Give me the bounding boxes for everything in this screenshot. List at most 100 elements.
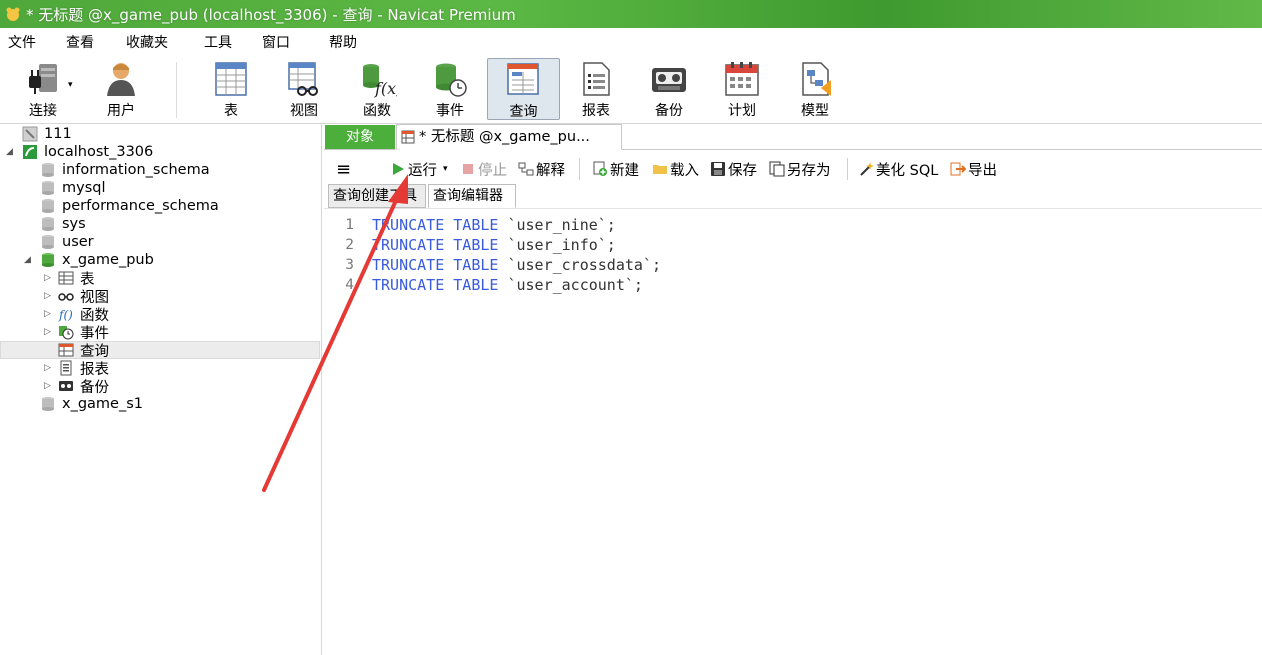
table-icon xyxy=(58,271,74,285)
query-button[interactable]: 查询 xyxy=(487,58,560,120)
collapsed-triangle-icon[interactable]: ▷ xyxy=(44,273,51,283)
tree-child-reports[interactable]: ▷ 报表 xyxy=(0,359,320,378)
tab-query-builder[interactable]: 查询创建工具 xyxy=(328,184,426,208)
event-button[interactable]: 事件 xyxy=(417,58,483,120)
explain-button[interactable]: 解释 xyxy=(518,158,565,180)
tree-db-x-game-pub[interactable]: ◢ x_game_pub xyxy=(0,251,320,269)
collapsed-triangle-icon[interactable]: ▷ xyxy=(44,309,51,319)
tab-query-label: * 无标题 @x_game_pu... xyxy=(419,129,590,145)
toolbar-separator xyxy=(579,158,580,180)
database-icon xyxy=(42,397,54,411)
sql-identifier: `user_nine`; xyxy=(498,216,616,234)
glasses-icon xyxy=(58,293,74,301)
database-icon xyxy=(42,235,54,249)
svg-text:f(): f() xyxy=(58,308,73,322)
tree-connection-111[interactable]: 111 xyxy=(0,125,320,143)
view-button[interactable]: 视图 xyxy=(271,58,337,120)
hamburger-menu-icon[interactable]: ≡ xyxy=(336,158,351,180)
folder-icon xyxy=(653,165,667,174)
expanded-triangle-icon[interactable]: ◢ xyxy=(6,147,13,157)
database-open-icon xyxy=(42,253,54,267)
database-icon xyxy=(42,217,54,231)
explain-icon xyxy=(518,162,534,176)
tree-label: 111 xyxy=(44,126,72,142)
report-icon xyxy=(60,360,72,376)
code-area[interactable]: TRUNCATE TABLE `user_nine`; TRUNCATE TAB… xyxy=(372,215,661,295)
collapsed-triangle-icon[interactable]: ▷ xyxy=(44,327,51,337)
tab-query-editor[interactable]: 查询编辑器 xyxy=(428,184,516,208)
tree-db-user[interactable]: user xyxy=(0,233,320,251)
beautify-sql-button[interactable]: 美化 SQL xyxy=(858,158,938,180)
line-number-gutter: 1 2 3 4 xyxy=(324,215,364,295)
tree-child-functions[interactable]: ▷ f() 函数 xyxy=(0,305,320,324)
beautify-label: 美化 SQL xyxy=(876,162,939,179)
tree-db-mysql[interactable]: mysql xyxy=(0,179,320,197)
query-icon xyxy=(58,343,74,357)
save-as-button[interactable]: 另存为 xyxy=(769,158,831,180)
code-line: TRUNCATE TABLE `user_nine`; xyxy=(372,215,661,235)
new-icon xyxy=(593,161,607,176)
query-subtabs: 查询创建工具 查询编辑器 xyxy=(324,184,1262,208)
code-line: TRUNCATE TABLE `user_account`; xyxy=(372,275,661,295)
model-button[interactable]: 模型 xyxy=(782,58,848,120)
load-button[interactable]: 载入 xyxy=(652,158,699,180)
sql-editor[interactable]: 1 2 3 4 TRUNCATE TABLE `user_nine`; TRUN… xyxy=(324,208,1262,655)
menu-view[interactable]: 查看 xyxy=(58,32,94,52)
main-toolbar: ▾ 连接 用户 表 视图 f(x) 函数 事件 xyxy=(0,56,1262,124)
export-button[interactable]: 导出 xyxy=(950,158,997,180)
new-query-button[interactable]: 新建 xyxy=(592,158,639,180)
toolbar-separator xyxy=(176,62,177,118)
tree-db-x-game-s1[interactable]: x_game_s1 xyxy=(0,395,320,413)
tree-child-events[interactable]: ▷ 事件 xyxy=(0,323,320,342)
model-label: 模型 xyxy=(801,103,829,119)
save-icon xyxy=(711,162,725,176)
menu-window[interactable]: 窗口 xyxy=(254,32,290,52)
backup-button[interactable]: 备份 xyxy=(636,58,702,120)
run-dropdown-chevron-icon[interactable]: ▾ xyxy=(443,164,448,174)
menu-file[interactable]: 文件 xyxy=(0,32,36,52)
stop-button[interactable]: 停止 xyxy=(460,158,507,180)
table-button[interactable]: 表 xyxy=(198,58,264,120)
menu-bar: 文件 查看 收藏夹 工具 窗口 帮助 xyxy=(0,28,1262,56)
mysql-connection-icon xyxy=(23,145,37,159)
view-label: 视图 xyxy=(290,103,318,119)
table-icon xyxy=(215,62,247,96)
menu-tools[interactable]: 工具 xyxy=(196,32,232,52)
collapsed-triangle-icon[interactable]: ▷ xyxy=(44,291,51,301)
save-as-icon xyxy=(769,161,785,177)
navigation-tree: 111 ◢ localhost_3306 information_schema … xyxy=(0,124,322,655)
tab-objects[interactable]: 对象 xyxy=(325,125,395,149)
collapsed-triangle-icon[interactable]: ▷ xyxy=(44,381,51,391)
connect-label: 连接 xyxy=(29,103,57,119)
run-button[interactable]: 运行 ▾ xyxy=(390,158,448,180)
query-toolbar: ≡ 运行 ▾ 停止 解释 新建 载入 保存 另存为 美化 SQL 导出 xyxy=(324,152,1262,184)
tree-child-backups[interactable]: ▷ 备份 xyxy=(0,377,320,396)
schedule-button[interactable]: 计划 xyxy=(709,58,775,120)
tree-child-views[interactable]: ▷ 视图 xyxy=(0,287,320,306)
menu-favorites[interactable]: 收藏夹 xyxy=(118,32,168,52)
connect-button[interactable]: ▾ 连接 xyxy=(10,58,76,120)
collapsed-triangle-icon[interactable]: ▷ xyxy=(44,363,51,373)
save-button[interactable]: 保存 xyxy=(710,158,757,180)
report-button[interactable]: 报表 xyxy=(563,58,629,120)
chevron-down-icon[interactable]: ▾ xyxy=(68,80,73,90)
user-button[interactable]: 用户 xyxy=(88,58,154,120)
tree-label: 备份 xyxy=(80,379,109,396)
tree-child-queries[interactable]: 查询 xyxy=(0,341,320,360)
tab-query-untitled[interactable]: * 无标题 @x_game_pu... xyxy=(396,124,622,150)
expanded-triangle-icon[interactable]: ◢ xyxy=(24,255,31,265)
function-button[interactable]: f(x) 函数 xyxy=(344,58,410,120)
navicat-window: { "window": { "title": "* 无标题 @x_game_pu… xyxy=(0,0,1262,655)
tree-db-performance-schema[interactable]: performance_schema xyxy=(0,197,320,215)
tree-db-information-schema[interactable]: information_schema xyxy=(0,161,320,179)
menu-help[interactable]: 帮助 xyxy=(321,32,357,52)
tree-label: x_game_s1 xyxy=(62,396,143,412)
explain-label: 解释 xyxy=(536,162,565,179)
line-number: 3 xyxy=(345,257,354,273)
function-icon: f(x) xyxy=(363,64,402,98)
function-label: 函数 xyxy=(363,103,391,119)
tree-db-sys[interactable]: sys xyxy=(0,215,320,233)
tree-label: sys xyxy=(62,216,86,232)
tree-connection-localhost[interactable]: ◢ localhost_3306 xyxy=(0,143,320,161)
tree-child-tables[interactable]: ▷ 表 xyxy=(0,269,320,288)
